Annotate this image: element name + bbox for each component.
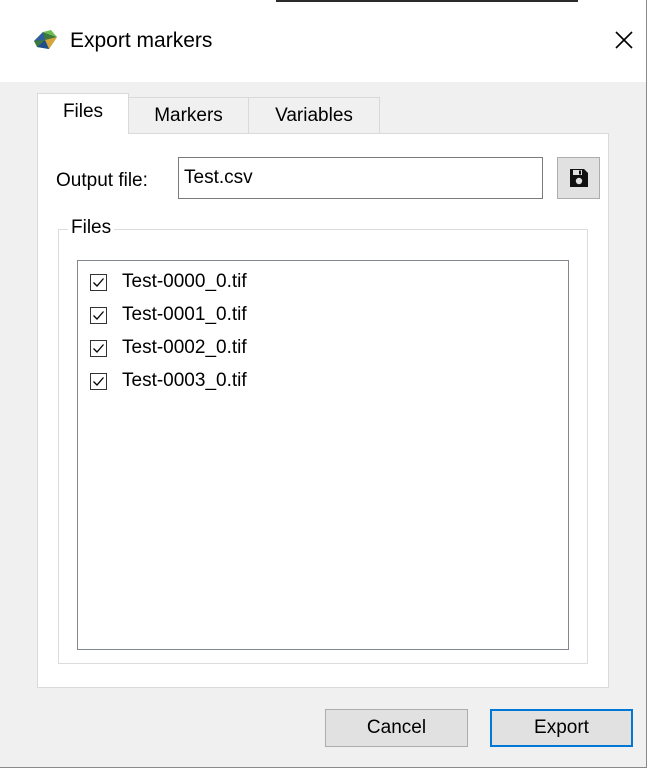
close-icon (615, 31, 633, 49)
floppy-disk-icon (569, 169, 588, 187)
export-button[interactable]: Export (490, 709, 633, 747)
close-button[interactable] (604, 20, 644, 60)
window-title: Export markers (70, 29, 213, 52)
cancel-button[interactable]: Cancel (325, 709, 468, 747)
checkmark-icon (93, 310, 104, 320)
files-list[interactable]: Test-0000_0.tif Test-0001_0.tif Test-000… (77, 260, 569, 650)
list-item[interactable]: Test-0003_0.tif (90, 366, 247, 396)
tab-variables[interactable]: Variables (248, 97, 380, 133)
tab-variables-label: Variables (275, 105, 353, 126)
save-file-button[interactable] (557, 157, 600, 199)
files-group-title: Files (68, 216, 115, 240)
file-checkbox[interactable] (90, 273, 107, 291)
export-markers-dialog: Export markers Files Markers Variables O… (0, 0, 647, 768)
tab-markers[interactable]: Markers (128, 97, 249, 133)
file-checkbox[interactable] (90, 339, 107, 357)
title-bar[interactable]: Export markers (0, 0, 646, 82)
output-file-input[interactable] (178, 157, 543, 199)
tab-files[interactable]: Files (37, 93, 129, 134)
checkmark-icon (93, 277, 104, 287)
list-item[interactable]: Test-0002_0.tif (90, 333, 247, 363)
app-logo-icon (34, 30, 57, 49)
output-file-label: Output file: (56, 170, 148, 191)
list-item[interactable]: Test-0001_0.tif (90, 300, 247, 330)
checkmark-icon (93, 376, 104, 386)
file-name: Test-0003_0.tif (122, 370, 247, 391)
list-item[interactable]: Test-0000_0.tif (90, 267, 247, 297)
file-name: Test-0002_0.tif (122, 337, 247, 358)
tab-files-label: Files (62, 101, 104, 122)
file-checkbox[interactable] (90, 372, 107, 390)
file-name: Test-0000_0.tif (122, 271, 247, 292)
file-name: Test-0001_0.tif (122, 304, 247, 325)
checkmark-icon (93, 343, 104, 353)
window-edge (276, 0, 578, 2)
file-checkbox[interactable] (90, 306, 107, 324)
tab-markers-label: Markers (154, 105, 223, 126)
